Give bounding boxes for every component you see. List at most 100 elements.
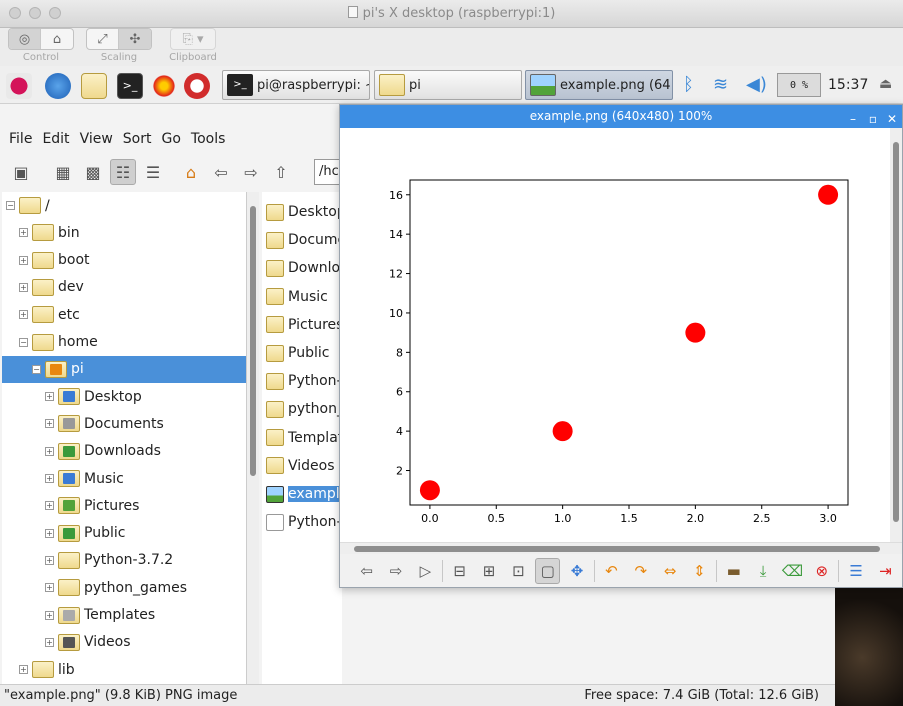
keyboard-control-button[interactable]: ⌂ [41, 29, 73, 49]
forward-arrow-icon[interactable]: ⇨ [238, 159, 264, 185]
back-arrow-icon[interactable]: ⇦ [208, 159, 234, 185]
tree-item[interactable]: + Videos [2, 629, 246, 656]
expand-icon[interactable]: + [19, 255, 28, 265]
horizontal-scroll-thumb[interactable] [354, 546, 880, 552]
pointer-control-button[interactable]: ◎ [9, 29, 41, 49]
tree-item[interactable]: + Templates [2, 602, 246, 629]
new-window-button[interactable]: ▣ [8, 159, 34, 185]
rotate-right-icon[interactable]: ↷ [628, 558, 653, 584]
slideshow-icon[interactable]: ▷ [413, 558, 438, 584]
scale-fit-button[interactable]: ⤢ [87, 29, 119, 49]
menu-tools[interactable]: Tools [186, 128, 231, 152]
file-item[interactable]: Desktop [266, 200, 342, 224]
collapse-icon[interactable]: − [6, 201, 15, 210]
close-image-icon[interactable]: ⊗ [809, 558, 834, 584]
tree-item[interactable]: + boot [2, 247, 246, 274]
expand-icon[interactable]: + [45, 501, 54, 511]
viewer-vertical-scrollbar[interactable] [890, 128, 902, 542]
tree-item[interactable]: + Desktop [2, 383, 246, 410]
clock[interactable]: 15:37 [828, 77, 868, 93]
delete-file-icon[interactable]: ⌫ [780, 558, 805, 584]
tree-item[interactable]: + python_games [2, 574, 246, 601]
expand-icon[interactable]: + [45, 474, 54, 483]
file-item[interactable]: Pictures [266, 313, 342, 337]
task-file-manager[interactable]: pi [374, 70, 522, 100]
raspberry-menu-icon[interactable] [6, 73, 32, 99]
viewer-horizontal-scrollbar[interactable] [340, 542, 902, 554]
tree-item[interactable]: + dev [2, 274, 246, 301]
tree-item[interactable]: − / [2, 192, 246, 219]
task-image-viewer[interactable]: example.png (64... [525, 70, 673, 100]
file-item[interactable]: Python- [266, 510, 342, 534]
menu-file[interactable]: File [4, 128, 37, 152]
menu-sort[interactable]: Sort [118, 128, 157, 152]
file-manager-icon[interactable] [81, 73, 107, 99]
volume-icon[interactable]: ◀) [746, 74, 767, 95]
tree-item[interactable]: + Public [2, 520, 246, 547]
menu-go[interactable]: Go [157, 128, 186, 152]
tree-item[interactable]: − pi [2, 355, 246, 383]
bluetooth-icon[interactable]: ᛒ [683, 74, 694, 95]
file-item[interactable]: Videos [266, 454, 335, 478]
preferences-icon[interactable]: ☰ [843, 558, 868, 584]
tree-item[interactable]: + Python-3.7.2 [2, 547, 246, 574]
expand-icon[interactable]: + [45, 528, 54, 538]
vertical-scroll-thumb[interactable] [893, 142, 899, 522]
menu-edit[interactable]: Edit [37, 128, 74, 152]
collapse-icon[interactable]: − [19, 337, 28, 347]
tree-scroll-thumb[interactable] [250, 206, 256, 476]
clipboard-button[interactable]: ⎘ ▾ [171, 29, 215, 49]
exit-icon[interactable]: ⇥ [873, 558, 898, 584]
tree-item[interactable]: + Pictures [2, 492, 246, 519]
web-browser-icon[interactable] [45, 73, 71, 99]
wolfram-icon[interactable] [184, 73, 210, 99]
previous-image-icon[interactable]: ⇦ [354, 558, 379, 584]
tree-item[interactable]: + Documents [2, 410, 246, 437]
tree-item[interactable]: + Music [2, 465, 246, 492]
next-image-icon[interactable]: ⇨ [383, 558, 408, 584]
expand-icon[interactable]: + [19, 282, 28, 292]
expand-icon[interactable]: + [45, 446, 54, 456]
expand-icon[interactable]: + [45, 392, 54, 402]
flip-horizontal-icon[interactable]: ⇔ [657, 558, 682, 584]
up-arrow-icon[interactable]: ⇧ [268, 159, 294, 185]
eject-icon[interactable]: ⏏ [879, 76, 892, 92]
tree-item[interactable]: + bin [2, 219, 246, 246]
file-item[interactable]: Music [266, 285, 328, 309]
expand-icon[interactable]: + [19, 310, 28, 320]
file-item[interactable]: Docume [266, 228, 342, 252]
expand-icon[interactable]: + [45, 637, 54, 647]
file-item[interactable]: example [266, 482, 342, 506]
expand-icon[interactable]: + [45, 419, 54, 429]
rotate-left-icon[interactable]: ↶ [599, 558, 624, 584]
original-size-icon[interactable]: ▢ [535, 558, 561, 584]
fullscreen-icon[interactable]: ✥ [564, 558, 589, 584]
expand-icon[interactable]: + [19, 228, 28, 238]
tree-item[interactable]: − home [2, 329, 246, 356]
file-item[interactable]: Downlo [266, 256, 340, 280]
collapse-icon[interactable]: − [32, 364, 41, 374]
mathematica-icon[interactable] [151, 73, 177, 99]
terminal-icon[interactable]: >_ [117, 73, 143, 99]
file-item[interactable]: Public [266, 341, 329, 365]
tree-item[interactable]: + Downloads [2, 438, 246, 465]
open-file-icon[interactable]: ▬ [721, 558, 746, 584]
flip-vertical-icon[interactable]: ⇕ [687, 558, 712, 584]
zoom-out-icon[interactable]: ⊟ [447, 558, 472, 584]
zoom-in-icon[interactable]: ⊞ [476, 558, 501, 584]
file-item[interactable]: Python- [266, 369, 342, 393]
wifi-icon[interactable]: ≋ [713, 74, 728, 95]
compact-view-button[interactable]: ☷ [110, 159, 136, 185]
task-terminal[interactable]: >_ pi@raspberrypi: ~ [222, 70, 370, 100]
file-item[interactable]: python_ [266, 397, 342, 421]
icon-view-button[interactable]: ▦ [50, 159, 76, 185]
tree-scrollbar[interactable] [246, 192, 259, 686]
fit-window-icon[interactable]: ⊡ [506, 558, 531, 584]
tree-item[interactable]: + lib [2, 656, 246, 683]
scale-actual-button[interactable]: ✣ [119, 29, 151, 49]
expand-icon[interactable]: + [45, 555, 54, 565]
menu-view[interactable]: View [75, 128, 118, 152]
thumbnail-view-button[interactable]: ▩ [80, 159, 106, 185]
expand-icon[interactable]: + [45, 583, 54, 593]
save-file-icon[interactable]: ⤓ [750, 558, 775, 584]
